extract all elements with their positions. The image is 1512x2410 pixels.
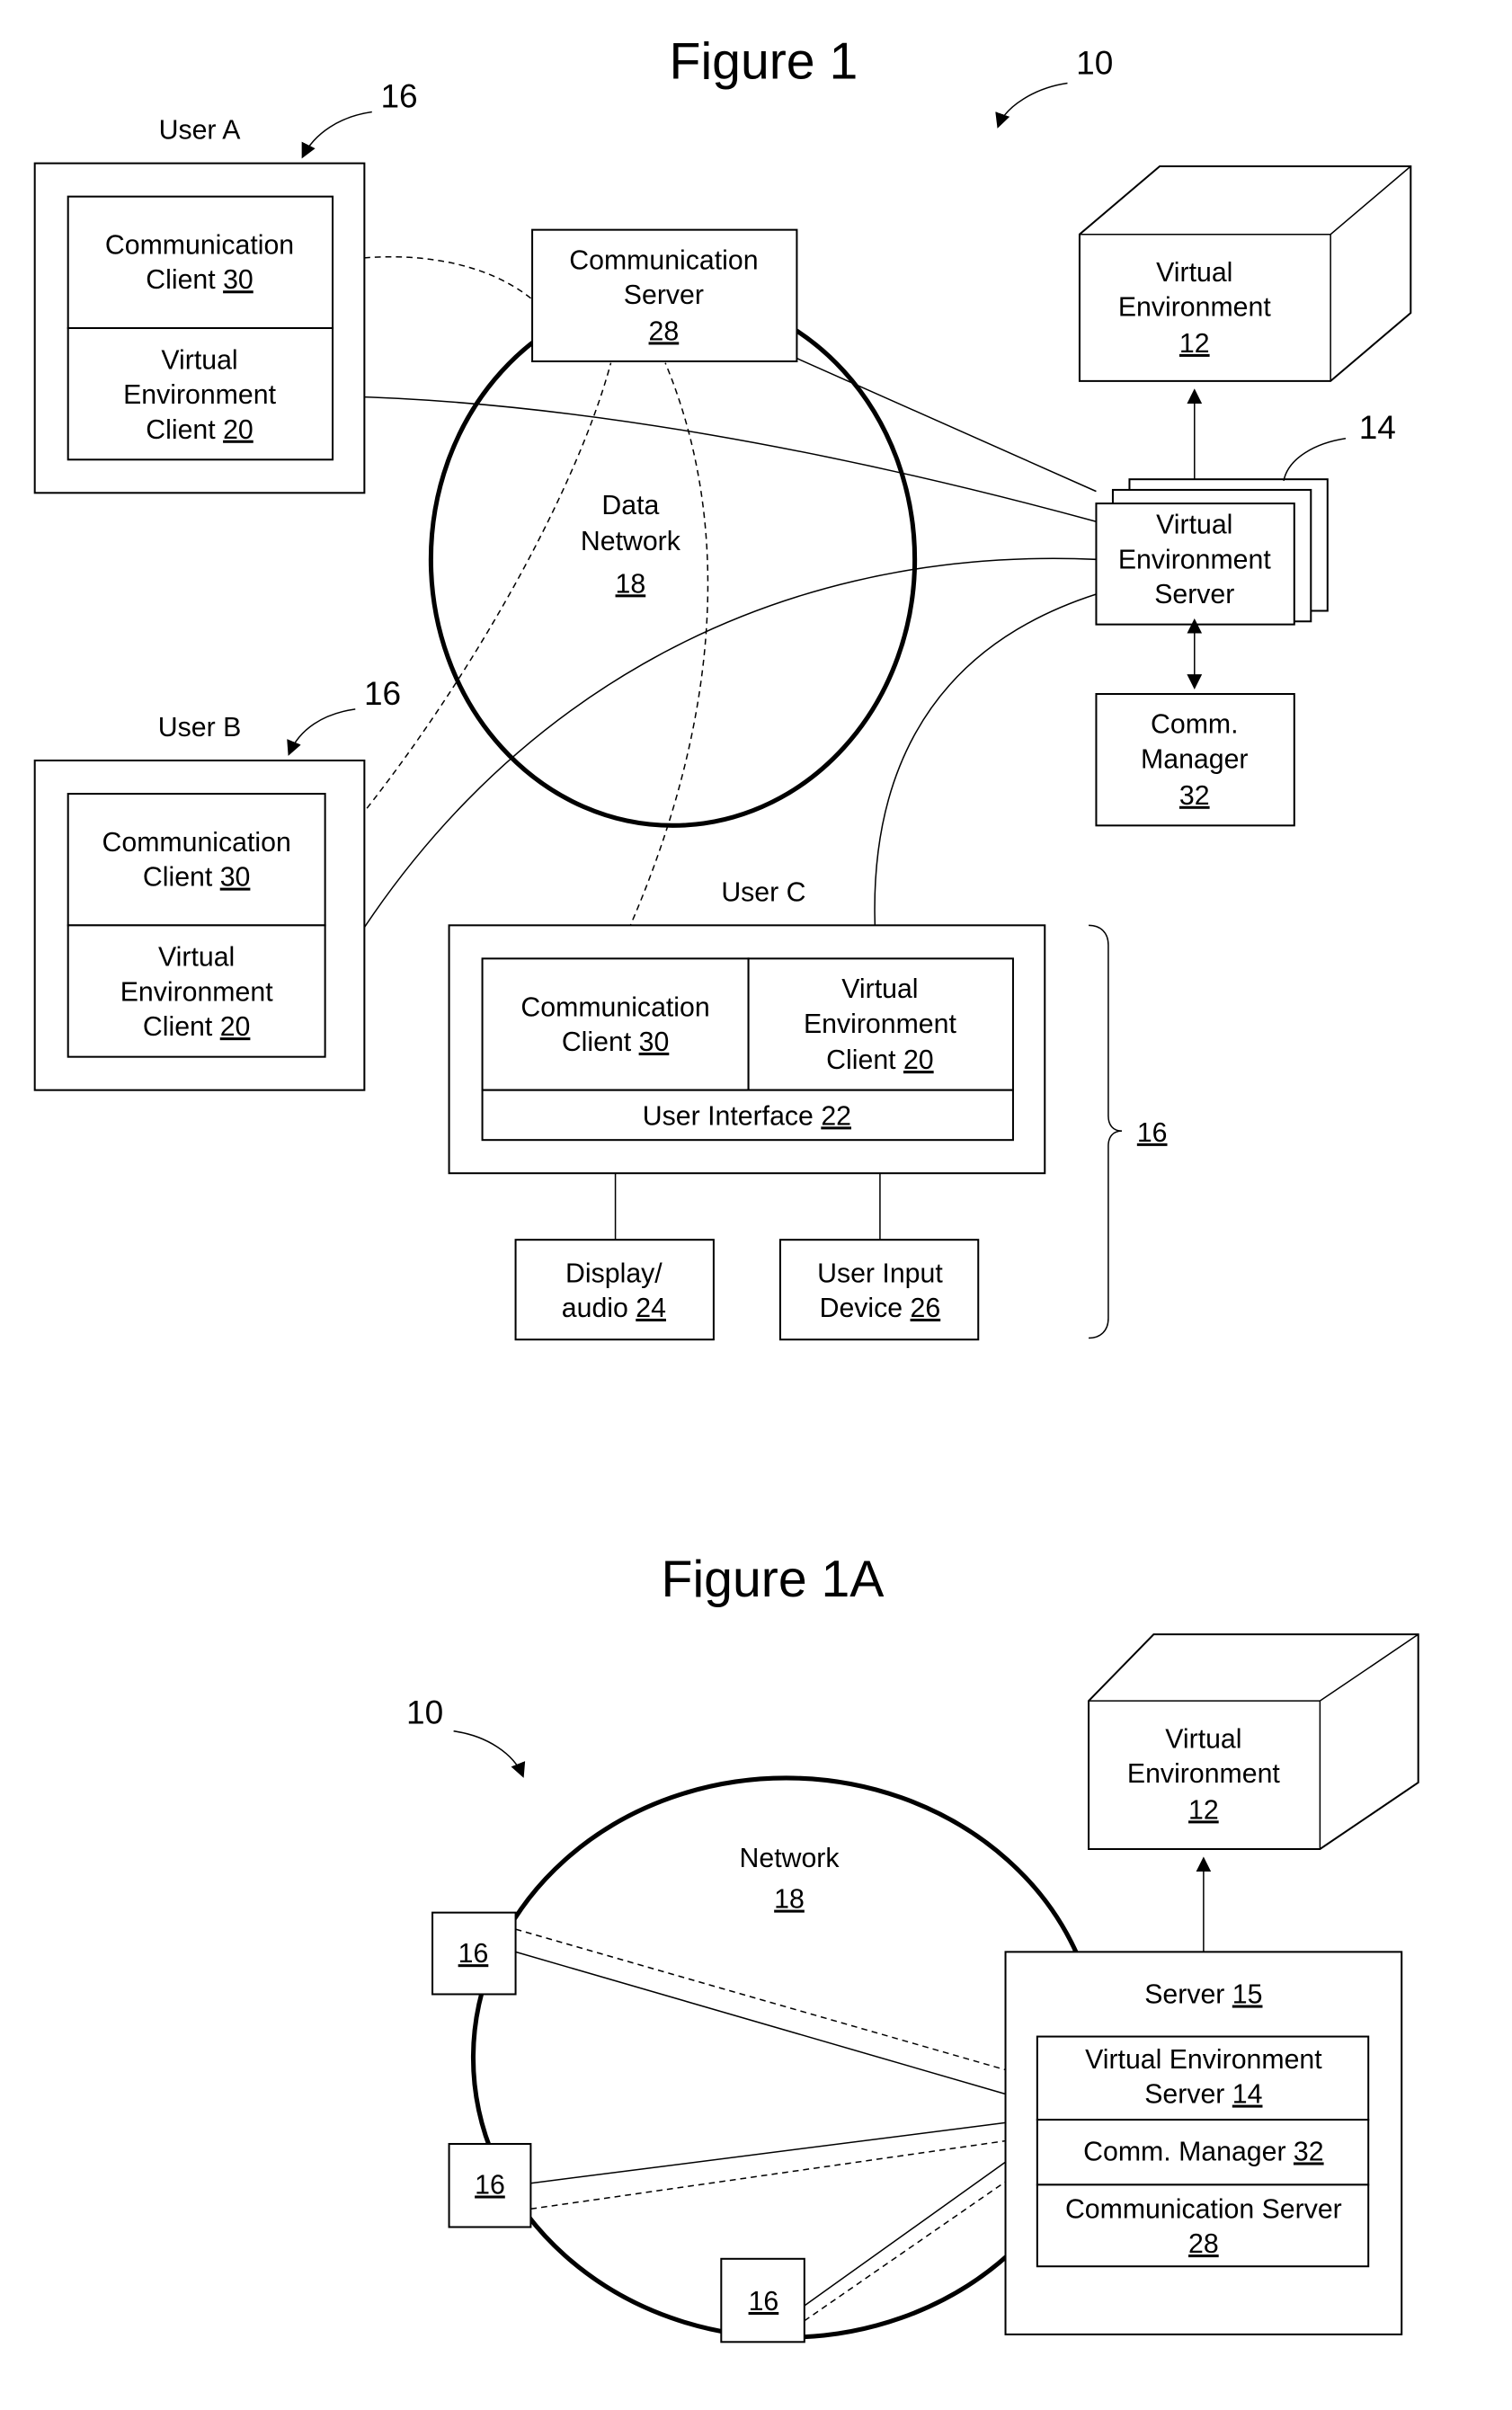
input-label: User Input: [817, 1258, 943, 1288]
ve-label-2: Environment: [1118, 293, 1271, 323]
brace-16: [1089, 924, 1123, 1339]
cube-outline-1a: [1088, 1633, 1419, 1851]
connections: [325, 255, 1097, 990]
conn-userb-ve: [325, 557, 1097, 990]
user-c-ve-client-label-2: Environment: [804, 1009, 956, 1039]
user-c-label: User C: [721, 877, 805, 907]
user-b-ve-client-label-2: Environment: [120, 977, 273, 1007]
input-ref: Device 26: [820, 1294, 941, 1323]
comm-manager-32: Comm. Manager 32: [1095, 692, 1295, 827]
user-b-comm-client-label: Communication: [102, 828, 291, 858]
ve-server-label-3: Server: [1154, 580, 1234, 609]
ref-arrow-10: [995, 82, 1068, 129]
comm-server-label: Communication: [569, 245, 758, 275]
comm-server-1a-label: Communication Server: [1065, 2194, 1342, 2224]
user-node-label: 16: [749, 2287, 779, 2317]
network-1a-ref: 18: [774, 1885, 805, 1915]
ref-system-10: 10: [1076, 44, 1113, 81]
comm-manager-ref: 32: [1179, 781, 1210, 811]
server-15: Server 15 Virtual Environment Server 14 …: [1004, 1951, 1403, 2335]
ref-14: 14: [1359, 409, 1396, 446]
data-network-ellipse: [428, 290, 918, 828]
figure-1-title: Figure 1: [670, 32, 858, 90]
network-1a-label: Network: [740, 1844, 840, 1873]
user-a-label: User A: [159, 116, 242, 146]
network-label: Data: [601, 491, 659, 520]
network-label-2: Network: [581, 527, 681, 556]
user-a-comm-client-ref: Client 30: [146, 265, 253, 295]
user-a-comm-client-label: Communication: [105, 231, 294, 261]
comm-manager-label-2: Manager: [1141, 744, 1248, 774]
ref-system-10-1a: 10: [406, 1694, 443, 1730]
user-b-label: User B: [158, 713, 242, 743]
conn-commserver-veserver: [796, 357, 1097, 493]
virtual-environment-12: Virtual Environment 12: [1078, 165, 1412, 382]
cube-outline: [1078, 165, 1412, 382]
user-b-ve-client-label: Virtual: [158, 943, 235, 973]
ref-16-a: 16: [380, 77, 417, 114]
ve-ref: 12: [1179, 329, 1210, 359]
comm-server-ref: 28: [649, 316, 680, 346]
user-input-device-26: [778, 1239, 980, 1341]
user-b-comm-client-ref: Client 30: [143, 863, 250, 893]
ve-1a-label-2: Environment: [1127, 1759, 1280, 1789]
ref-arrow-16-b: [287, 708, 356, 756]
ve-server-1a-ref: Server 14: [1144, 2080, 1262, 2110]
virtual-environment-server-14: Virtual Environment Server 14: [1095, 409, 1396, 626]
user-a-ve-client-label: Virtual: [161, 345, 237, 375]
comm-manager-1a-label: Comm. Manager 32: [1083, 2137, 1323, 2166]
ve-server-1a-label: Virtual Environment: [1085, 2045, 1322, 2075]
brace-ref-16: 16: [1137, 1118, 1168, 1148]
user-c-ve-client-ref: Client 20: [826, 1045, 933, 1075]
conn-userc-ve: [874, 593, 1097, 959]
ve-1a-ref: 12: [1188, 1795, 1219, 1825]
user-c-comm-client: [481, 957, 750, 1091]
server-15-label: Server 15: [1144, 1980, 1262, 2010]
user-interface-label: User Interface 22: [643, 1101, 851, 1131]
display-label: Display/: [565, 1258, 663, 1288]
network-ref: 18: [616, 569, 646, 599]
ref-arrow-10-1a: [453, 1730, 526, 1778]
conn-1a-e-dash: [804, 2181, 1006, 2322]
figure-1: Figure 1 10 Data Network 18 User A 16 Co…: [33, 32, 1412, 1341]
conn-1a-b: [530, 2121, 1006, 2184]
conn-1a-a: [515, 1951, 1006, 2095]
user-c-comm-client-ref: Client 30: [562, 1027, 669, 1057]
user-node-label: 16: [475, 2170, 505, 2200]
communication-server-28: Communication Server 28: [531, 228, 798, 362]
user-a-comm-client: [67, 195, 334, 329]
ve-server-label-2: Environment: [1118, 545, 1271, 574]
comm-manager-label: Comm.: [1151, 710, 1239, 740]
virtual-environment-12-1a: Virtual Environment 12: [1088, 1633, 1419, 1851]
user-c: User C Communication Client 30 Virtual E…: [448, 877, 1168, 1341]
figure-1a: Figure 1A 10 Network 18 16 16 16 Virtual…: [406, 1551, 1419, 2343]
ref-16-b: 16: [364, 675, 401, 712]
conn-1a-a-dash: [515, 1928, 1006, 2071]
ve-label: Virtual: [1156, 258, 1232, 288]
user-a-ve-client-label-2: Environment: [123, 380, 276, 410]
comm-server-1a-ref: 28: [1188, 2229, 1219, 2259]
user-node-label: 16: [458, 1939, 489, 1969]
user-b-ve-client-ref: Client 20: [143, 1012, 250, 1042]
conn-1a-c-dash: [530, 2139, 1006, 2210]
comm-server-label-2: Server: [624, 280, 704, 310]
conn-1a-d: [804, 2161, 1006, 2307]
patent-figures: Figure 1 10 Data Network 18 User A 16 Co…: [33, 32, 1419, 2343]
display-ref: audio 24: [562, 1294, 666, 1323]
figure-1a-title: Figure 1A: [662, 1551, 885, 1608]
user-a: User A 16 Communication Client 30 Virtua…: [33, 77, 418, 494]
ref-arrow-16-a: [301, 111, 372, 159]
user-b: User B 16 Communication Client 30 Virtua…: [33, 675, 401, 1091]
user-a-ve-client-ref: Client 20: [146, 415, 253, 445]
ve-server-label: Virtual: [1156, 511, 1232, 540]
ve-1a-label: Virtual: [1165, 1724, 1241, 1754]
user-c-comm-client-label: Communication: [520, 992, 709, 1022]
ref-leader-14: [1283, 438, 1347, 482]
user-b-comm-client: [67, 793, 326, 927]
display-audio-24: [514, 1239, 715, 1341]
conn-userb-comm: [325, 362, 612, 858]
conn-userc-comm: [614, 362, 709, 959]
user-c-ve-client-label: Virtual: [841, 974, 918, 1004]
